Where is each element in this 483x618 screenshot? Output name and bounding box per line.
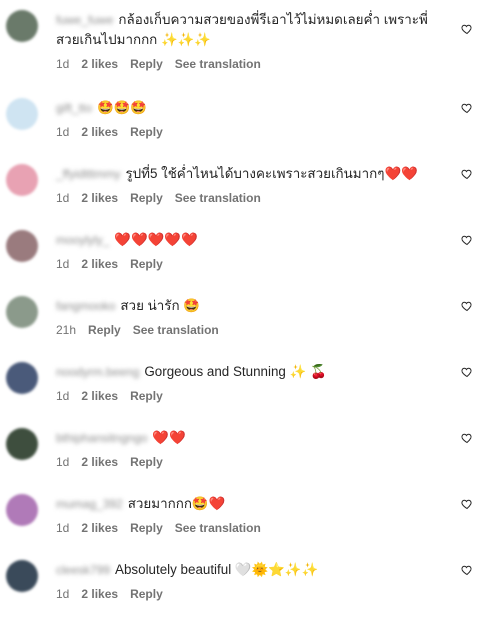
avatar[interactable] xyxy=(6,494,38,526)
comment-text: cleesk799 Absolutely beautiful 🤍🌞⭐✨✨ xyxy=(56,560,443,580)
likes-count[interactable]: 2 likes xyxy=(81,455,118,469)
likes-count[interactable]: 2 likes xyxy=(81,587,118,601)
timestamp: 1d xyxy=(56,521,70,535)
username[interactable]: gift_tto xyxy=(56,101,92,115)
heart-icon[interactable] xyxy=(461,432,473,444)
avatar[interactable] xyxy=(6,164,38,196)
avatar[interactable] xyxy=(6,10,38,42)
comment-item: fangmooko สวย น่ารัก 🤩 21h Reply See transl… xyxy=(0,286,483,352)
likes-count[interactable]: 2 likes xyxy=(81,57,118,71)
comment-meta: 1d 2 likes Reply xyxy=(56,389,175,403)
comment-meta: 21h Reply See translation xyxy=(56,323,231,337)
heart-icon[interactable] xyxy=(461,23,473,35)
username[interactable]: fuwe_fuwe xyxy=(56,13,113,27)
heart-icon[interactable] xyxy=(461,366,473,378)
username[interactable]: cleesk799 xyxy=(56,563,110,577)
comment-body: สวย น่ารัก 🤩 xyxy=(120,298,200,313)
avatar[interactable] xyxy=(6,362,38,394)
see-translation-button[interactable]: See translation xyxy=(175,57,261,71)
likes-count[interactable]: 2 likes xyxy=(81,191,118,205)
heart-icon[interactable] xyxy=(461,498,473,510)
reply-button[interactable]: Reply xyxy=(130,257,163,271)
reply-button[interactable]: Reply xyxy=(88,323,121,337)
comment-text: _ffyidtttmmy รูปที่5 ใช้ค่ำไหนได้บางคะเพร… xyxy=(56,164,443,184)
comment-item: fuwe_fuwe กล้องเก็บความสวยของพี่รีเอาไว้ไ… xyxy=(0,0,483,71)
timestamp: 1d xyxy=(56,257,70,271)
timestamp: 21h xyxy=(56,323,77,337)
see-translation-button[interactable]: See translation xyxy=(175,191,261,205)
username[interactable]: mooylyly_ xyxy=(56,233,109,247)
likes-count[interactable]: 2 likes xyxy=(81,257,118,271)
comment-text: fangmooko สวย น่ารัก 🤩 xyxy=(56,296,443,316)
reply-button[interactable]: Reply xyxy=(130,389,163,403)
comment-text: mooylyly_ ❤️❤️❤️❤️❤️ xyxy=(56,230,443,250)
comment-item: mooylyly_ ❤️❤️❤️❤️❤️ 1d 2 likes Reply xyxy=(0,220,483,286)
reply-button[interactable]: Reply xyxy=(130,587,163,601)
reply-button[interactable]: Reply xyxy=(130,521,163,535)
avatar[interactable] xyxy=(6,230,38,262)
timestamp: 1d xyxy=(56,587,70,601)
comment-text: fuwe_fuwe กล้องเก็บความสวยของพี่รีเอาไว้ไ… xyxy=(56,10,443,50)
comment-meta: 1d 2 likes Reply See translation xyxy=(56,191,273,205)
comment-body: ❤️❤️ xyxy=(152,430,186,445)
comment-item: _ffyidtttmmy รูปที่5 ใช้ค่ำไหนได้บางคะเพร… xyxy=(0,154,483,220)
heart-icon[interactable] xyxy=(461,168,473,180)
comment-body: Absolutely beautiful 🤍🌞⭐✨✨ xyxy=(115,562,319,577)
comment-meta: 1d 2 likes Reply xyxy=(56,257,175,271)
comment-item: noodyrm.beeng Gorgeous and Stunning ✨ 🍒 1… xyxy=(0,352,483,418)
comment-meta: 1d 2 likes Reply xyxy=(56,455,175,469)
comment-text: bthiphansitngngo ❤️❤️ xyxy=(56,428,443,448)
timestamp: 1d xyxy=(56,191,70,205)
comment-text: noodyrm.beeng Gorgeous and Stunning ✨ 🍒 xyxy=(56,362,443,382)
reply-button[interactable]: Reply xyxy=(130,125,163,139)
see-translation-button[interactable]: See translation xyxy=(175,521,261,535)
username[interactable]: mumag_392 xyxy=(56,497,123,511)
comment-body: รูปที่5 ใช้ค่ำไหนได้บางคะเพราะสวยเกินมาก… xyxy=(125,166,418,181)
reply-button[interactable]: Reply xyxy=(130,455,163,469)
avatar[interactable] xyxy=(6,98,38,130)
username[interactable]: noodyrm.beeng xyxy=(56,365,139,379)
comment-body: ❤️❤️❤️❤️❤️ xyxy=(114,232,198,247)
heart-icon[interactable] xyxy=(461,300,473,312)
likes-count[interactable]: 2 likes xyxy=(81,389,118,403)
reply-button[interactable]: Reply xyxy=(130,191,163,205)
likes-count[interactable]: 2 likes xyxy=(81,125,118,139)
comment-item: mumag_392 สวยมากกก🤩❤️ 1d 2 likes Reply See t… xyxy=(0,484,483,550)
comment-text: mumag_392 สวยมากกก🤩❤️ xyxy=(56,494,443,514)
comment-item: bthiphansitngngo ❤️❤️ 1d 2 likes Reply xyxy=(0,418,483,484)
timestamp: 1d xyxy=(56,57,70,71)
timestamp: 1d xyxy=(56,389,70,403)
comment-body: สวยมากกก🤩❤️ xyxy=(127,496,226,511)
reply-button[interactable]: Reply xyxy=(130,57,163,71)
username[interactable]: _ffyidtttmmy xyxy=(56,167,120,181)
comment-meta: 1d 2 likes Reply xyxy=(56,587,175,601)
avatar[interactable] xyxy=(6,560,38,592)
comment-meta: 1d 2 likes Reply See translation xyxy=(56,521,273,535)
comment-body: 🤩🤩🤩 xyxy=(97,100,148,115)
timestamp: 1d xyxy=(56,125,70,139)
avatar[interactable] xyxy=(6,296,38,328)
comment-meta: 1d 2 likes Reply xyxy=(56,125,175,139)
timestamp: 1d xyxy=(56,455,70,469)
heart-icon[interactable] xyxy=(461,234,473,246)
username[interactable]: fangmooko xyxy=(56,299,115,313)
username[interactable]: bthiphansitngngo xyxy=(56,431,147,445)
comment-item: gift_tto 🤩🤩🤩 1d 2 likes Reply xyxy=(0,88,483,154)
likes-count[interactable]: 2 likes xyxy=(81,521,118,535)
heart-icon[interactable] xyxy=(461,102,473,114)
comment-meta: 1d 2 likes Reply See translation xyxy=(56,57,273,71)
see-translation-button[interactable]: See translation xyxy=(133,323,219,337)
comment-text: gift_tto 🤩🤩🤩 xyxy=(56,98,443,118)
comment-body: Gorgeous and Stunning ✨ 🍒 xyxy=(144,364,327,379)
heart-icon[interactable] xyxy=(461,564,473,576)
avatar[interactable] xyxy=(6,428,38,460)
comment-item: cleesk799 Absolutely beautiful 🤍🌞⭐✨✨ 1d 2 … xyxy=(0,550,483,616)
